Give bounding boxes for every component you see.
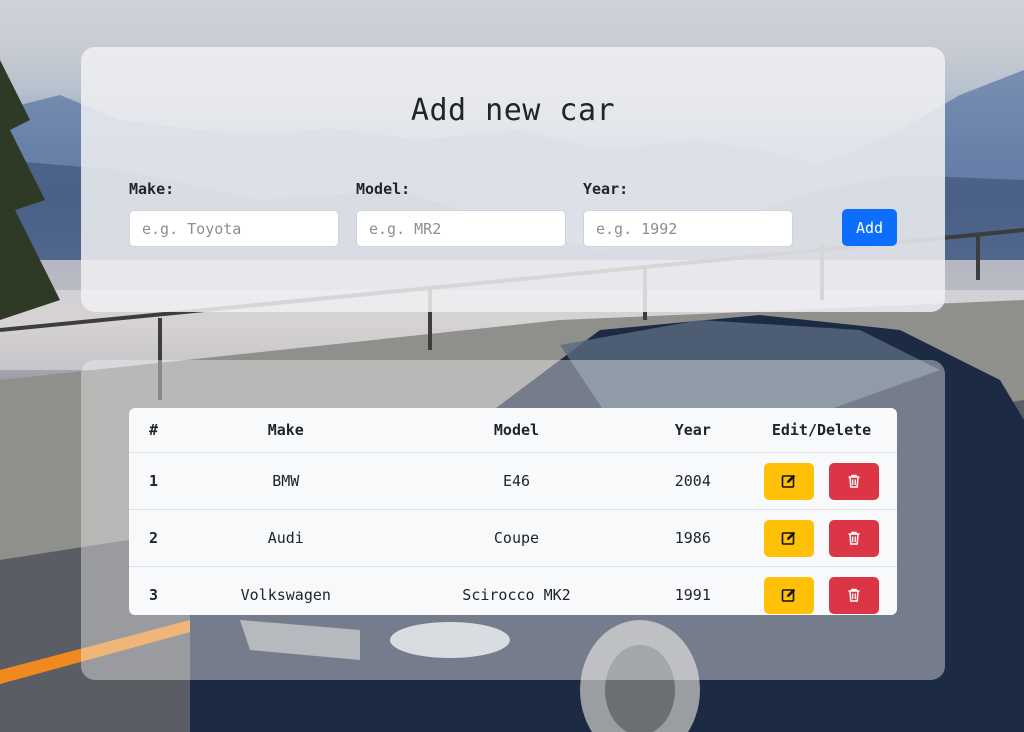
header-actions: Edit/Delete — [746, 408, 897, 453]
add-button[interactable]: Add — [842, 209, 897, 246]
make-label: Make: — [129, 180, 175, 198]
row-actions — [746, 567, 897, 616]
delete-button[interactable] — [829, 519, 880, 557]
edit-icon — [781, 588, 796, 602]
trash-icon — [848, 474, 860, 488]
header-num: # — [129, 408, 179, 453]
row-make: Audi — [178, 509, 394, 567]
delete-button[interactable] — [829, 462, 880, 500]
row-num: 1 — [129, 452, 179, 510]
row-model: Coupe — [393, 509, 640, 567]
row-year: 2004 — [639, 452, 747, 510]
row-actions — [746, 452, 897, 510]
row-num: 2 — [129, 509, 179, 567]
table-row: 1 BMW E46 2004 — [129, 452, 897, 510]
year-input[interactable] — [583, 210, 793, 247]
add-car-panel — [81, 47, 945, 312]
edit-button[interactable] — [764, 519, 814, 557]
row-year: 1986 — [639, 509, 747, 567]
row-actions — [746, 509, 897, 567]
delete-button[interactable] — [829, 576, 880, 614]
row-num: 3 — [149, 586, 159, 604]
model-input[interactable] — [356, 210, 566, 247]
year-label: Year: — [583, 180, 629, 198]
edit-icon — [781, 474, 796, 488]
trash-icon — [848, 531, 860, 545]
model-label: Model: — [356, 180, 411, 198]
edit-button[interactable] — [764, 462, 814, 500]
row-year: 1991 — [674, 586, 711, 604]
edit-icon — [781, 531, 796, 545]
header-model: Model — [393, 408, 640, 453]
header-year: Year — [639, 408, 747, 453]
edit-button[interactable] — [764, 576, 814, 614]
table-row: 2 Audi Coupe 1986 — [129, 509, 897, 567]
trash-icon — [848, 588, 860, 602]
row-model: Scirocco MK2 — [462, 586, 571, 604]
row-make: BMW — [178, 452, 394, 510]
make-input[interactable] — [129, 210, 339, 247]
row-model: E46 — [393, 452, 640, 510]
page-title: Add new car — [410, 93, 616, 128]
table-header-row: # Make Model Year Edit/Delete — [129, 408, 897, 453]
table-row: 3 Volkswagen Scirocco MK2 1991 — [129, 567, 897, 616]
row-make: Volkswagen — [240, 586, 331, 604]
cars-table: # Make Model Year Edit/Delete 1 BMW E46 … — [129, 408, 897, 615]
header-make: Make — [178, 408, 394, 453]
